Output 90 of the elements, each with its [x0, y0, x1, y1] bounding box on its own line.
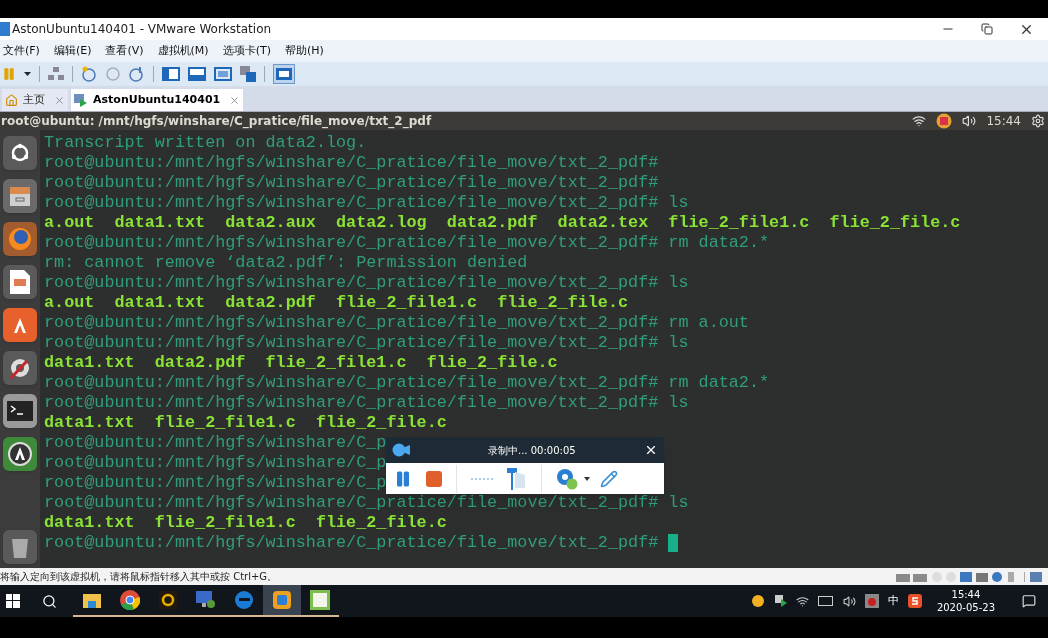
vm-app-icon [272, 590, 292, 610]
wifi-icon[interactable] [912, 114, 927, 128]
menu-item[interactable]: 查看(V) [105, 42, 144, 60]
stop-icon[interactable] [426, 470, 442, 487]
fullscreen-icon[interactable] [214, 67, 232, 81]
wifi-icon[interactable] [795, 594, 809, 608]
close-icon[interactable] [644, 443, 658, 457]
volume-icon[interactable] [842, 594, 856, 608]
terminal-line: data1.txt flie_2_file1.c flie_2_file.c [44, 413, 447, 433]
caret-icon[interactable] [584, 476, 590, 481]
terminal-line: root@ubuntu:/mnt/hgfs/winshare/C_pratice/file_move/txt_2_pdf# ls [44, 193, 689, 213]
home-icon [5, 93, 18, 107]
sogou-icon[interactable] [907, 594, 922, 608]
view-toggle-button[interactable] [273, 64, 295, 84]
browser-icon [120, 590, 140, 610]
window-title: AstonUbuntu140401 - VMware Workstation [12, 21, 272, 38]
panel-title: root@ubuntu: /mnt/hgfs/winshare/C_pratice/file_move/txt_2_pdf [1, 113, 432, 130]
input-method-indicator[interactable]: 中 [887, 592, 899, 610]
close-tab-icon[interactable] [229, 94, 241, 106]
menu-item[interactable]: 文件(F) [3, 42, 40, 60]
computer-icon [196, 591, 216, 609]
tray-app-icon[interactable] [864, 594, 879, 608]
ubuntu-logo-icon[interactable] [3, 136, 37, 170]
sidebar-view-icon[interactable] [162, 67, 180, 81]
pin-icon[interactable] [507, 467, 527, 490]
console-view-icon[interactable] [188, 67, 206, 81]
pen-icon[interactable] [600, 469, 618, 488]
restore-icon[interactable] [981, 23, 993, 35]
terminal-line: root@ubuntu:/mnt/hgfs/winshare/C_p [44, 433, 387, 453]
terminal-line: a.out data1.txt data2.aux data2.log data2.pdf data2.tex flie_2_file1.c flie_2_file.c [44, 213, 961, 233]
folder-icon [83, 592, 101, 608]
file-cabinet-icon[interactable] [3, 179, 37, 213]
terminal-line: rm: cannot remove ‘data2.pdf’: Permission denied [44, 253, 528, 273]
terminal[interactable] [40, 130, 1048, 568]
terminal-line: root@ubuntu:/mnt/hgfs/winshare/C_pratice/file_move/txt_2_pdf# [44, 533, 660, 553]
presentation-icon[interactable] [3, 265, 37, 299]
close-tab-icon[interactable] [54, 94, 65, 106]
unity-icon[interactable] [240, 66, 256, 82]
tab[interactable]: 主页 [2, 89, 68, 111]
terminal-line: root@ubuntu:/mnt/hgfs/winshare/C_pratice/file_move/txt_2_pdf# [44, 153, 659, 173]
terminal-icon[interactable] [3, 394, 37, 428]
terminal-line: root@ubuntu:/mnt/hgfs/winshare/C_pratice/file_move/txt_2_pdf# ls [44, 393, 689, 413]
browser-icon[interactable] [3, 222, 37, 256]
status-message: 将输入定向到该虚拟机，请将鼠标指针移入其中或按 Ctrl+G。 [0, 570, 278, 584]
panel-clock[interactable]: 15:44 [986, 112, 1021, 130]
pause-icon[interactable] [394, 469, 412, 488]
vm-play-icon [74, 93, 88, 107]
windows-start-icon[interactable] [6, 594, 20, 608]
notepad-icon [310, 590, 330, 610]
webcam-add-icon[interactable] [556, 467, 578, 490]
taskbar-time[interactable]: 15:44 [951, 588, 981, 601]
tab[interactable]: AstonUbuntu140401 [71, 89, 244, 111]
menu-item[interactable]: 帮助(H) [284, 42, 324, 60]
terminal-line: root@ubuntu:/mnt/hgfs/winshare/C_pratice/file_move/txt_2_pdf# ls [44, 333, 689, 353]
terminal-line: root@ubuntu:/mnt/hgfs/winshare/C_pratice/file_move/txt_2_pdf# rm data2.* [44, 373, 770, 393]
snapshot-manager-icon[interactable] [129, 66, 145, 82]
terminal-line: Transcript written on data2.log. [44, 133, 367, 153]
notification-icon[interactable] [1022, 594, 1036, 608]
badge-icon[interactable] [936, 113, 953, 129]
settings-tools-icon[interactable] [3, 351, 37, 385]
search-icon[interactable] [42, 593, 57, 609]
cursor [668, 534, 679, 552]
trash-icon[interactable] [3, 530, 37, 564]
terminal-line: root@ubuntu:/mnt/hgfs/winshare/C_pratice/file_move/txt_2_pdf# ls [44, 273, 689, 293]
battery-icon[interactable] [817, 596, 834, 606]
menu-item[interactable]: 编辑(E) [53, 42, 92, 60]
terminal-line: data1.txt flie_2_file1.c flie_2_file.c [44, 513, 447, 533]
ring-logo-icon [159, 591, 177, 609]
terminal-line: root@ubuntu:/mnt/hgfs/winshare/C_p [44, 453, 387, 473]
camera-icon [392, 443, 410, 457]
dotted-line-icon[interactable] [471, 476, 493, 481]
volume-icon[interactable] [962, 114, 977, 128]
software-updater-icon[interactable] [3, 437, 37, 471]
tray-app-icon[interactable] [774, 595, 787, 607]
terminal-line: data1.txt data2.pdf flie_2_file1.c flie_2_file.c [44, 353, 558, 373]
recording-status: 录制中... 00:00:05 [488, 443, 576, 458]
menu-item[interactable]: 选项卡(T) [222, 42, 271, 60]
terminal-line: root@ubuntu:/mnt/hgfs/winshare/C_pratice/file_move/txt_2_pdf# [44, 173, 659, 193]
terminal-line: root@ubuntu:/mnt/hgfs/winshare/C_p [44, 473, 387, 493]
terminal-line: root@ubuntu:/mnt/hgfs/winshare/C_pratice/file_move/txt_2_pdf# ls [44, 493, 689, 513]
network-icon[interactable] [48, 67, 64, 81]
terminal-line: root@ubuntu:/mnt/hgfs/winshare/C_pratice/file_move/txt_2_pdf# rm a.out [44, 313, 749, 333]
terminal-line: root@ubuntu:/mnt/hgfs/winshare/C_pratice/file_move/txt_2_pdf# rm data2.* [44, 233, 770, 253]
terminal-line: a.out data1.txt data2.pdf flie_2_file1.c flie_2_file.c [44, 293, 629, 313]
caret-icon[interactable] [24, 72, 31, 76]
tray-app-icon[interactable] [751, 595, 766, 607]
settings-icon[interactable] [1031, 114, 1045, 128]
menu-item[interactable]: 虚拟机(M) [157, 42, 209, 60]
snapshot-icon[interactable] [81, 66, 97, 82]
taskbar-date[interactable]: 2020-05-23 [936, 601, 995, 614]
